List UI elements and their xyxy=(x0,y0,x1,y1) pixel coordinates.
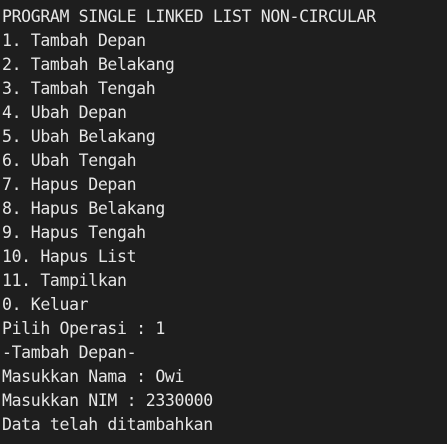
menu-item-tambah-belakang: 2. Tambah Belakang xyxy=(2,55,175,74)
menu-item-tambah-tengah: 3. Tambah Tengah xyxy=(2,79,156,98)
name-input-line: Masukkan Nama : Owi xyxy=(2,367,185,386)
menu-item-tampilkan: 11. Tampilkan xyxy=(2,271,127,290)
menu-item-hapus-tengah: 9. Hapus Tengah xyxy=(2,223,146,242)
operation-header: -Tambah Depan- xyxy=(2,343,137,362)
menu-item-ubah-tengah: 6. Ubah Tengah xyxy=(2,151,137,170)
menu-item-hapus-depan: 7. Hapus Depan xyxy=(2,175,137,194)
menu-item-tambah-depan: 1. Tambah Depan xyxy=(2,31,146,50)
menu-item-ubah-belakang: 5. Ubah Belakang xyxy=(2,127,156,146)
menu-item-keluar: 0. Keluar xyxy=(2,295,89,314)
status-message: Data telah ditambahkan xyxy=(2,415,213,434)
menu-item-ubah-depan: 4. Ubah Depan xyxy=(2,103,127,122)
program-title: PROGRAM SINGLE LINKED LIST NON-CIRCULAR xyxy=(2,7,376,26)
menu-item-hapus-list: 10. Hapus List xyxy=(2,247,137,266)
terminal-output: PROGRAM SINGLE LINKED LIST NON-CIRCULAR … xyxy=(0,0,447,444)
operation-prompt: Pilih Operasi : 1 xyxy=(2,319,165,338)
nim-input-line: Masukkan NIM : 2330000 xyxy=(2,391,213,410)
menu-item-hapus-belakang: 8. Hapus Belakang xyxy=(2,199,165,218)
